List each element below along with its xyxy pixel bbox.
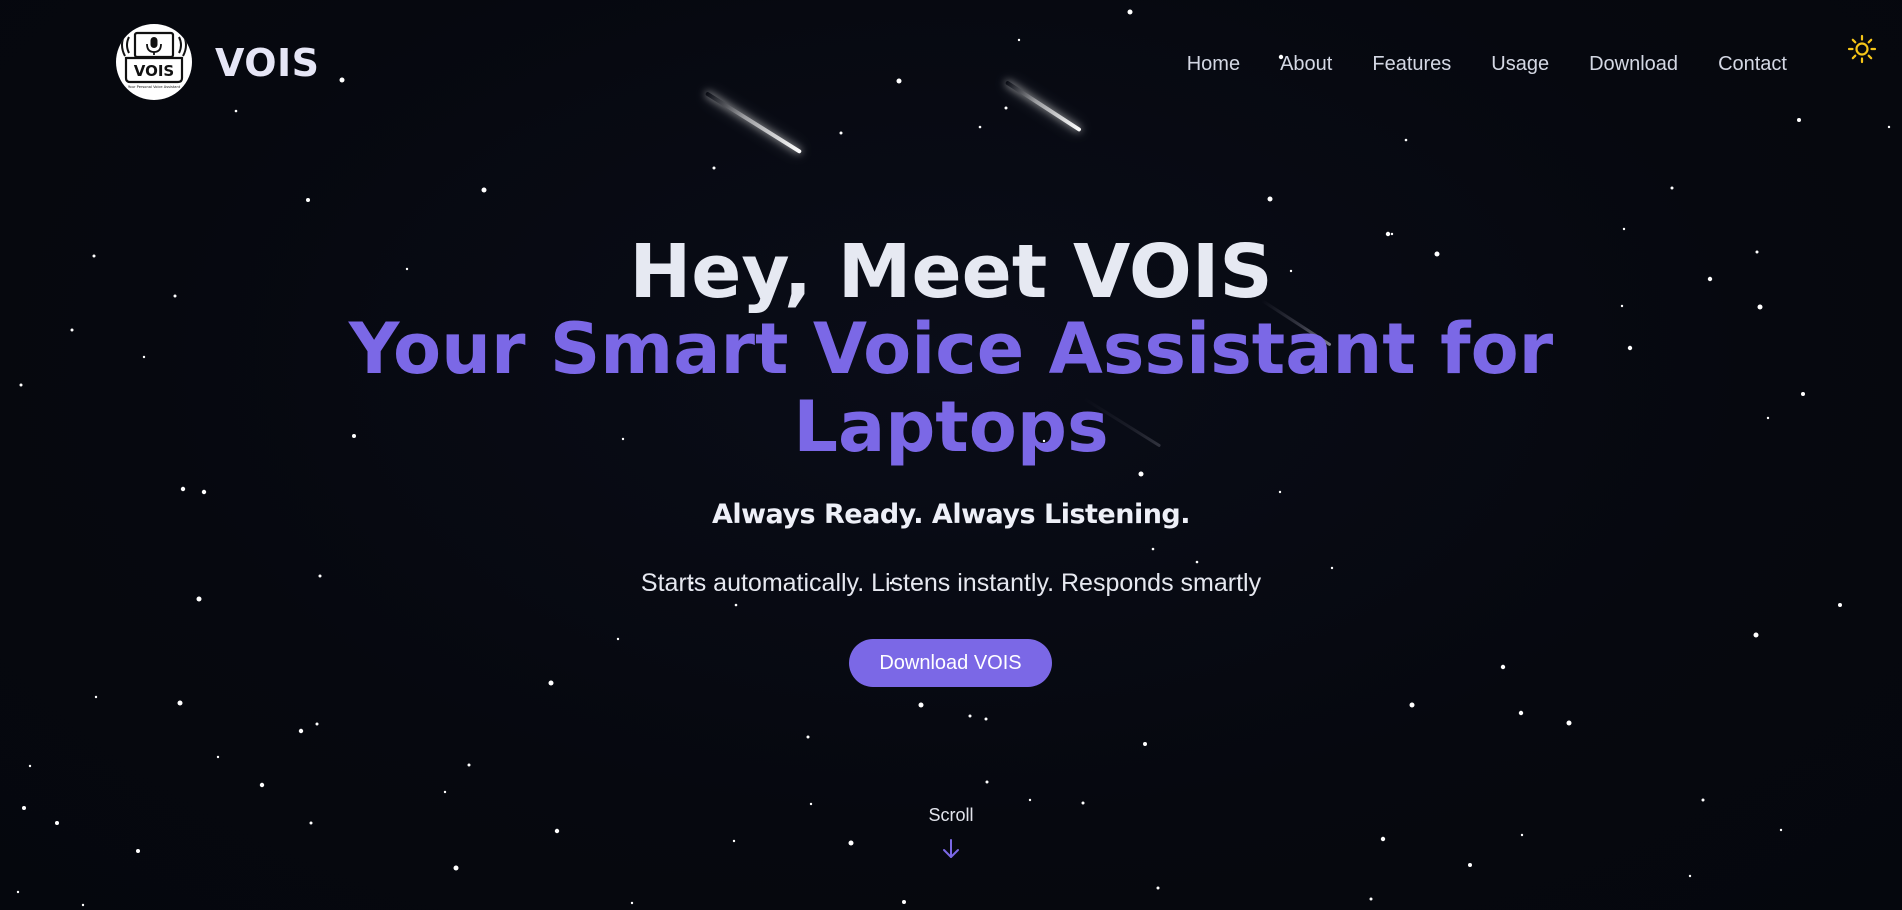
nav-about[interactable]: About	[1280, 50, 1332, 78]
brand-name[interactable]: VOIS	[215, 38, 320, 88]
nav-contact[interactable]: Contact	[1718, 50, 1787, 78]
hero-subtitle: Your Smart Voice Assistant for Laptops	[0, 310, 1902, 466]
shooting-star	[704, 91, 803, 155]
nav-download[interactable]: Download	[1589, 50, 1678, 78]
hero-tagline: Always Ready. Always Listening.	[711, 499, 1191, 530]
svg-text:VOIS: VOIS	[134, 62, 174, 80]
landing-page: VOIS Your Personal Voice Assistant VOIS …	[0, 0, 1902, 910]
download-button[interactable]: Download VOIS	[849, 639, 1052, 687]
hero-subtitle-line1: Your Smart Voice Assistant for	[348, 308, 1554, 390]
scroll-label[interactable]: Scroll	[0, 803, 1902, 827]
hero-subtitle-line2: Laptops	[793, 386, 1109, 468]
hero-description: Starts automatically. Listens instantly.…	[640, 569, 1262, 597]
nav-home[interactable]: Home	[1187, 50, 1240, 78]
sun-icon[interactable]	[1847, 34, 1877, 64]
microphone-laptop-icon: VOIS Your Personal Voice Assistant	[121, 31, 187, 89]
nav-usage[interactable]: Usage	[1491, 50, 1549, 78]
svg-text:Your Personal Voice Assistant: Your Personal Voice Assistant	[128, 85, 181, 89]
vois-logo[interactable]: VOIS Your Personal Voice Assistant	[116, 24, 192, 100]
main-nav: Home About Features Usage Download Conta…	[1187, 50, 1787, 78]
shooting-star	[1004, 80, 1082, 133]
arrow-down-icon[interactable]	[941, 838, 961, 860]
hero-title: Hey, Meet VOIS	[629, 229, 1273, 315]
nav-features[interactable]: Features	[1372, 50, 1451, 78]
